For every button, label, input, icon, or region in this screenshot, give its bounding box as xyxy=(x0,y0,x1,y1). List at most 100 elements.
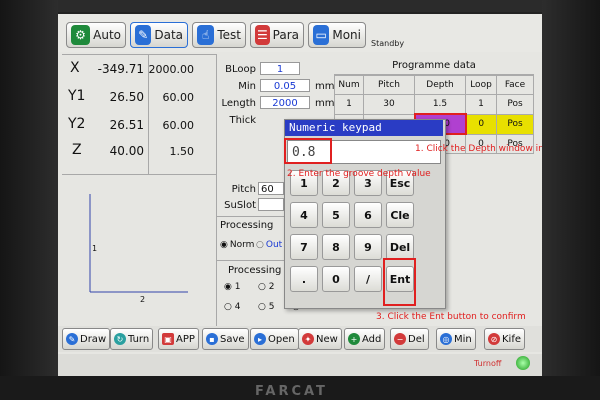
table-cell[interactable]: Pos xyxy=(496,113,534,135)
key-0[interactable]: 0 xyxy=(322,266,350,292)
process-option-5[interactable]: ○ 5 xyxy=(258,302,274,312)
axis-y2-setpoint: 60.00 xyxy=(162,119,195,132)
knife-icon: ⊘ xyxy=(488,333,500,345)
button-label: Open xyxy=(268,333,295,345)
radio-unselected-icon: ○ xyxy=(256,240,264,250)
axis-z-value: 40.00 xyxy=(109,144,144,158)
table-header-row: Num Pitch Depth Loop Face xyxy=(334,75,534,95)
process-option-2[interactable]: ○ 2 xyxy=(258,282,274,292)
annotation-step2-text: 2. Enter the groove depth value xyxy=(287,169,431,179)
key-8[interactable]: 8 xyxy=(322,234,350,260)
axis-y1-value: 26.50 xyxy=(109,90,144,104)
power-indicator-led[interactable] xyxy=(516,356,530,370)
radio-selected-icon: ◉ xyxy=(224,282,232,292)
table-cell[interactable]: 0 xyxy=(465,113,497,135)
option-label: 4 xyxy=(234,302,241,312)
device-bezel-right xyxy=(542,0,600,400)
processing-label-2: Processing xyxy=(228,265,282,276)
key-9[interactable]: 9 xyxy=(354,234,382,260)
turn-button[interactable]: ↻ Turn xyxy=(110,328,154,350)
key-decimal[interactable]: . xyxy=(290,266,318,292)
table-cell[interactable]: 1 xyxy=(334,94,364,115)
radio-selected-icon: ◉ xyxy=(220,240,228,250)
draw-button[interactable]: ✎ Draw xyxy=(62,328,111,350)
button-label: APP xyxy=(176,333,195,345)
keypad-title: Numeric keypad xyxy=(285,120,443,136)
column-header: Num xyxy=(334,75,364,95)
key-7[interactable]: 7 xyxy=(290,234,318,260)
radio-unselected-icon: ○ xyxy=(258,302,266,312)
table-cell[interactable]: 1 xyxy=(465,94,497,115)
delete-icon: − xyxy=(394,333,406,345)
axis-x-value: -349.71 xyxy=(97,62,144,76)
length-field[interactable]: 2000 xyxy=(260,96,310,109)
programme-title: Programme data xyxy=(334,58,534,75)
key-delete[interactable]: Del xyxy=(386,234,414,260)
button-label: New xyxy=(316,333,338,345)
table-cell[interactable]: 1.5 xyxy=(414,94,466,115)
annotation-step1-text: 1. Click the Depth window in step 2 xyxy=(415,144,542,154)
tab-auto[interactable]: ⚙ Auto xyxy=(66,22,126,48)
key-clear[interactable]: Cle xyxy=(386,202,414,228)
button-label: Turn xyxy=(128,333,150,345)
graph-label-y: 1 xyxy=(92,244,98,253)
new-icon: ✦ xyxy=(302,333,314,345)
processing-label: Processing xyxy=(220,220,274,231)
radio-unselected-icon: ○ xyxy=(224,302,232,312)
min-button[interactable]: ◎ Min xyxy=(436,328,476,350)
machine-status: Standby xyxy=(371,39,405,48)
tab-moni[interactable]: ▭ Moni xyxy=(308,22,366,48)
tab-para[interactable]: ☰ Para xyxy=(250,22,304,48)
button-label: Add xyxy=(362,333,382,345)
pitch-label: Pitch xyxy=(231,184,256,195)
bloop-label: BLoop xyxy=(225,64,256,75)
bloop-field[interactable]: 1 xyxy=(260,62,300,75)
suslot-field[interactable] xyxy=(258,198,284,211)
pitch-field[interactable]: 60 xyxy=(258,182,284,195)
process-option-1[interactable]: ◉ 1 xyxy=(224,282,240,292)
draw-icon: ✎ xyxy=(66,333,78,345)
option-label: 1 xyxy=(234,282,241,292)
divider xyxy=(62,54,216,55)
app-button[interactable]: ▣ APP xyxy=(158,328,199,350)
edit-icon: ✎ xyxy=(135,25,152,45)
gear-icon: ⚙ xyxy=(71,25,91,45)
mode-out-radio[interactable]: ○ Out xyxy=(256,240,282,250)
key-slash[interactable]: / xyxy=(354,266,382,292)
button-label: Del xyxy=(408,333,425,345)
key-4[interactable]: 4 xyxy=(290,202,318,228)
mode-norm-radio[interactable]: ◉ Norm xyxy=(220,240,254,250)
min-unit: mm xyxy=(315,81,335,92)
knife-button[interactable]: ⊘ Kife xyxy=(484,328,526,350)
tab-data[interactable]: ✎ Data xyxy=(130,22,188,48)
radio-unselected-icon: ○ xyxy=(258,282,266,292)
axis-y2-value: 26.51 xyxy=(109,118,144,132)
open-button[interactable]: ▸ Open xyxy=(250,328,299,350)
min-field[interactable]: 0.05 xyxy=(260,79,310,92)
new-button[interactable]: ✦ New xyxy=(298,328,342,350)
tab-label: Auto xyxy=(93,28,121,42)
tab-label: Moni xyxy=(332,28,361,42)
tab-label: Data xyxy=(154,28,183,42)
key-5[interactable]: 5 xyxy=(322,202,350,228)
add-icon: + xyxy=(348,333,360,345)
turnoff-label: Turnoff xyxy=(474,359,502,368)
column-header: Face xyxy=(496,75,534,95)
process-option-4[interactable]: ○ 4 xyxy=(224,302,240,312)
key-6[interactable]: 6 xyxy=(354,202,382,228)
save-button[interactable]: ▪ Save xyxy=(202,328,249,350)
add-button[interactable]: + Add xyxy=(344,328,386,350)
axis-z-setpoint: 1.50 xyxy=(169,145,195,158)
table-row[interactable]: 1 30 1.5 1 Pos xyxy=(334,94,534,115)
tab-test[interactable]: ☝ Test xyxy=(192,22,246,48)
tab-label: Test xyxy=(217,28,241,42)
turn-icon: ↻ xyxy=(114,333,126,345)
annotation-step3-text: 3. Click the Ent button to confirm xyxy=(376,312,526,322)
table-cell[interactable]: Pos xyxy=(496,94,534,115)
table-cell[interactable]: 30 xyxy=(363,94,415,115)
sliders-icon: ☰ xyxy=(255,25,270,45)
device-bezel-top xyxy=(0,0,600,12)
open-icon: ▸ xyxy=(254,333,266,345)
delete-button[interactable]: − Del xyxy=(390,328,429,350)
option-label: 2 xyxy=(268,282,275,292)
